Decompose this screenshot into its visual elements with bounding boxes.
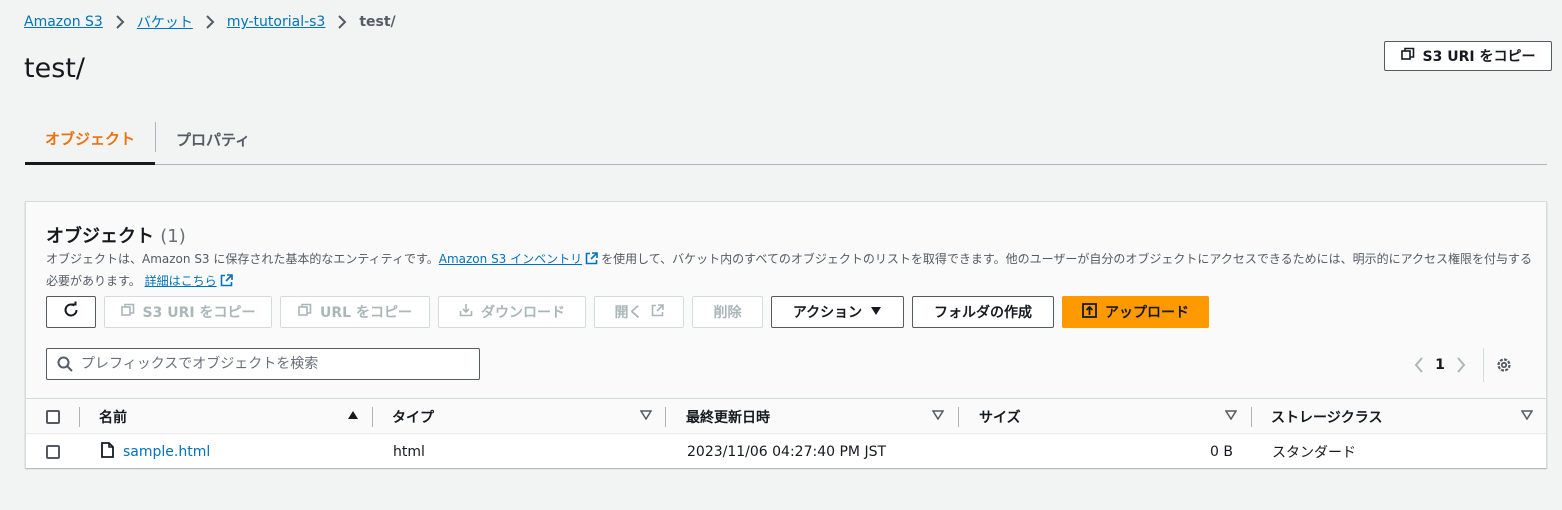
open-button[interactable]: 開く — [594, 296, 684, 328]
page-number[interactable]: 1 — [1429, 357, 1451, 373]
chevron-right-icon[interactable] — [1451, 357, 1471, 373]
tab-bar: オブジェクト プロパティ — [25, 114, 1547, 165]
breadcrumb-buckets[interactable]: バケット — [137, 12, 193, 32]
column-header-storage-class[interactable]: ストレージクラス — [1271, 399, 1533, 434]
select-all-checkbox-cell — [46, 399, 60, 434]
object-last-modified: 2023/11/06 04:27:40 PM JST — [687, 443, 887, 460]
copy-icon — [1400, 47, 1415, 65]
search-icon — [57, 356, 73, 372]
description-prefix: オブジェクトは、Amazon S3 に保存された基本的なエンティティです。 — [46, 252, 439, 266]
column-label-last-modified: 最終更新日時 — [686, 409, 770, 426]
sort-icon — [640, 410, 652, 420]
external-link-icon — [585, 251, 598, 271]
tab-objects[interactable]: オブジェクト — [25, 114, 156, 165]
sort-icon — [1521, 410, 1533, 420]
download-label: ダウンロード — [481, 305, 565, 321]
sort-icon — [932, 410, 944, 420]
table-row: sample.html html 2023/11/06 04:27:40 PM … — [26, 435, 1546, 468]
copy-s3-uri-button[interactable]: S3 URI をコピー — [1384, 41, 1552, 71]
object-type: html — [393, 443, 425, 460]
objects-panel: オブジェクト (1) オブジェクトは、Amazon S3 に保存された基本的なエ… — [25, 201, 1547, 468]
copy-icon — [298, 303, 312, 321]
search-box — [46, 348, 480, 380]
sort-ascending-icon — [347, 410, 359, 420]
column-label-storage-class: ストレージクラス — [1271, 409, 1383, 426]
copy-s3-uri-label: S3 URI をコピー — [1422, 49, 1536, 65]
breadcrumb-current: test/ — [359, 14, 396, 30]
copy-icon — [120, 303, 135, 321]
row-checkbox[interactable] — [46, 444, 60, 459]
copy-s3-uri-toolbar-button[interactable]: S3 URI をコピー — [104, 296, 272, 328]
upload-icon — [1082, 302, 1097, 322]
learn-more-link[interactable]: 詳細はこちら — [145, 274, 217, 288]
create-folder-label: フォルダの作成 — [934, 305, 1032, 321]
object-name-link[interactable]: sample.html — [123, 444, 210, 460]
upload-label: アップロード — [1105, 305, 1189, 321]
search-input[interactable] — [81, 350, 461, 378]
pagination-divider — [1483, 348, 1484, 382]
table-header: 名前 タイプ 最終更新日時 サイズ ストレージクラス — [26, 398, 1546, 434]
column-header-type[interactable]: タイプ — [392, 399, 652, 434]
breadcrumb: Amazon S3 バケット my-tutorial-s3 test/ — [24, 12, 396, 32]
actions-label: アクション — [792, 305, 863, 321]
external-link-icon — [651, 303, 664, 321]
object-storage-class: スタンダード — [1272, 444, 1356, 461]
copy-s3-uri-toolbar-label: S3 URI をコピー — [142, 305, 256, 321]
download-button[interactable]: ダウンロード — [438, 296, 586, 328]
column-divider[interactable] — [958, 407, 959, 427]
file-icon — [101, 441, 114, 462]
delete-label: 削除 — [713, 305, 742, 321]
copy-url-button[interactable]: URL をコピー — [280, 296, 430, 328]
copy-url-label: URL をコピー — [320, 305, 412, 321]
download-icon — [459, 303, 473, 321]
actions-dropdown[interactable]: アクション — [771, 296, 904, 328]
upload-button[interactable]: アップロード — [1062, 296, 1209, 328]
chevron-right-icon — [115, 15, 125, 29]
objects-panel-title: オブジェクト (1) — [46, 222, 186, 248]
row-checkbox-cell — [46, 435, 60, 468]
refresh-button[interactable] — [46, 296, 96, 328]
column-header-size[interactable]: サイズ — [979, 399, 1237, 434]
pagination: 1 — [1409, 348, 1514, 382]
sort-icon — [1225, 410, 1237, 420]
column-divider[interactable] — [372, 407, 373, 427]
objects-title-text: オブジェクト — [46, 226, 154, 247]
chevron-right-icon — [337, 15, 347, 29]
caret-down-icon — [870, 304, 882, 320]
select-all-checkbox[interactable] — [46, 409, 60, 424]
chevron-left-icon[interactable] — [1409, 357, 1429, 373]
objects-description: オブジェクトは、Amazon S3 に保存された基本的なエンティティです。Ama… — [46, 249, 1536, 293]
breadcrumb-amazon-s3[interactable]: Amazon S3 — [24, 14, 103, 30]
open-label: 開く — [614, 305, 643, 321]
object-size: 0 B — [1210, 443, 1233, 460]
object-name-cell: sample.html — [101, 435, 210, 468]
tab-properties[interactable]: プロパティ — [156, 114, 270, 164]
column-divider — [79, 407, 80, 427]
objects-count: (1) — [160, 226, 186, 247]
column-header-name[interactable]: 名前 — [99, 399, 359, 434]
inventory-link[interactable]: Amazon S3 インベントリ — [439, 252, 582, 266]
external-link-icon — [220, 273, 233, 293]
gear-icon[interactable] — [1494, 356, 1514, 374]
column-divider[interactable] — [665, 407, 666, 427]
column-label-name: 名前 — [99, 409, 127, 426]
page-title: test/ — [24, 53, 85, 84]
delete-button[interactable]: 削除 — [692, 296, 763, 328]
create-folder-button[interactable]: フォルダの作成 — [912, 296, 1054, 328]
column-label-size: サイズ — [979, 409, 1021, 426]
chevron-right-icon — [205, 15, 215, 29]
column-divider[interactable] — [1251, 407, 1252, 427]
breadcrumb-bucket-name[interactable]: my-tutorial-s3 — [227, 14, 326, 30]
column-header-last-modified[interactable]: 最終更新日時 — [686, 399, 944, 434]
column-label-type: タイプ — [392, 409, 434, 426]
refresh-icon — [62, 301, 80, 323]
